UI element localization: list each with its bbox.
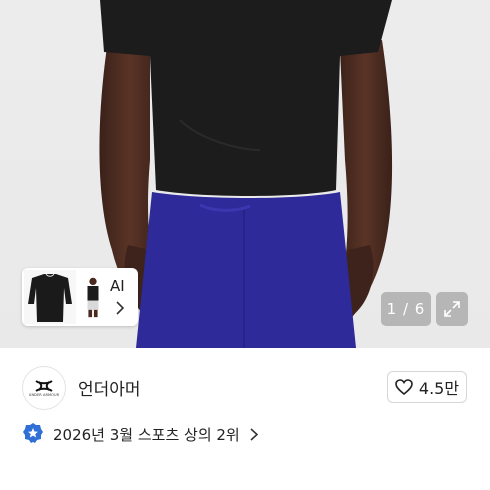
thumbnail-long-sleeve-shirt xyxy=(24,270,76,324)
ranking-text: 2026년 3월 스포츠 상의 2위 xyxy=(53,425,240,444)
badge-icon xyxy=(23,423,43,443)
expand-icon xyxy=(444,301,460,317)
ai-label: AI xyxy=(110,277,125,295)
chevron-right-icon xyxy=(250,427,258,441)
logo-caption: UNDER ARMOUR xyxy=(28,392,60,397)
product-image-gallery[interactable]: AI 1 / 6 xyxy=(0,0,490,348)
under-armour-logo-icon xyxy=(35,379,53,392)
like-button[interactable]: 4.5만 xyxy=(387,371,467,403)
ranking-link[interactable]: 2026년 3월 스포츠 상의 2위 xyxy=(22,422,258,446)
brand-logo[interactable]: UNDER ARMOUR xyxy=(22,366,66,410)
brand-row: UNDER ARMOUR 언더아머 4.5만 xyxy=(0,348,490,424)
image-counter: 1 / 6 xyxy=(381,292,431,326)
brand-name[interactable]: 언더아머 xyxy=(78,375,141,400)
ai-recommendation-card[interactable]: AI xyxy=(22,268,138,326)
thumbnail-model xyxy=(87,277,99,318)
expand-button[interactable] xyxy=(436,292,468,326)
heart-icon xyxy=(395,379,413,395)
chevron-right-icon xyxy=(116,301,124,315)
like-count: 4.5만 xyxy=(418,379,460,398)
